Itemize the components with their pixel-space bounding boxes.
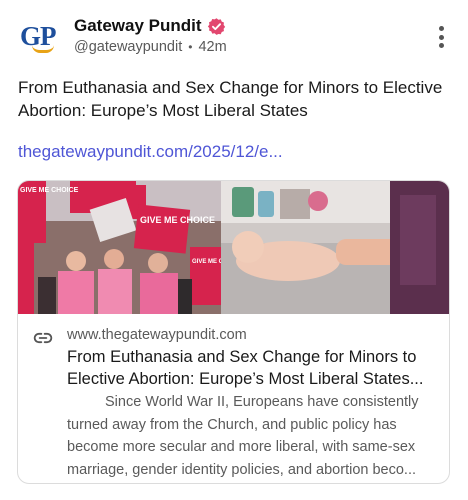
card-description: Since World War II, Europeans have consi… — [67, 394, 419, 478]
sign-text-1: GIVE ME CHOICE — [20, 187, 79, 194]
avatar[interactable]: GP — [18, 18, 60, 60]
link-icon — [33, 332, 53, 344]
author-name[interactable]: Gateway Pundit — [74, 16, 202, 36]
post-time[interactable]: 42m — [198, 39, 226, 55]
card-body: www.thegatewaypundit.com From Euthanasia… — [18, 314, 449, 483]
card-domain: www.thegatewaypundit.com — [67, 327, 247, 343]
verified-badge-icon — [207, 17, 225, 35]
post-text: From Euthanasia and Sex Change for Minor… — [18, 78, 443, 120]
more-vertical-icon[interactable] — [438, 26, 444, 48]
article-image[interactable]: GIVE ME CHOICE GIVE ME CHOICE GIVE ME CH… — [18, 181, 450, 314]
card-title[interactable]: From Euthanasia and Sex Change for Minor… — [67, 346, 442, 390]
post-link[interactable]: thegatewaypundit.com/2025/12/e... — [18, 142, 283, 162]
link-preview-card[interactable]: GIVE ME CHOICE GIVE ME CHOICE GIVE ME CH… — [17, 180, 450, 484]
meta-separator: • — [188, 40, 193, 54]
author-row: Gateway Pundit — [74, 16, 226, 36]
author-meta: @gatewaypundit • 42m — [74, 39, 227, 55]
author-handle[interactable]: @gatewaypundit — [74, 39, 182, 55]
post-header: GP Gateway Pundit @gatewaypundit • 42m — [18, 12, 458, 62]
sign-text-2: GIVE ME CHOICE — [140, 215, 215, 225]
